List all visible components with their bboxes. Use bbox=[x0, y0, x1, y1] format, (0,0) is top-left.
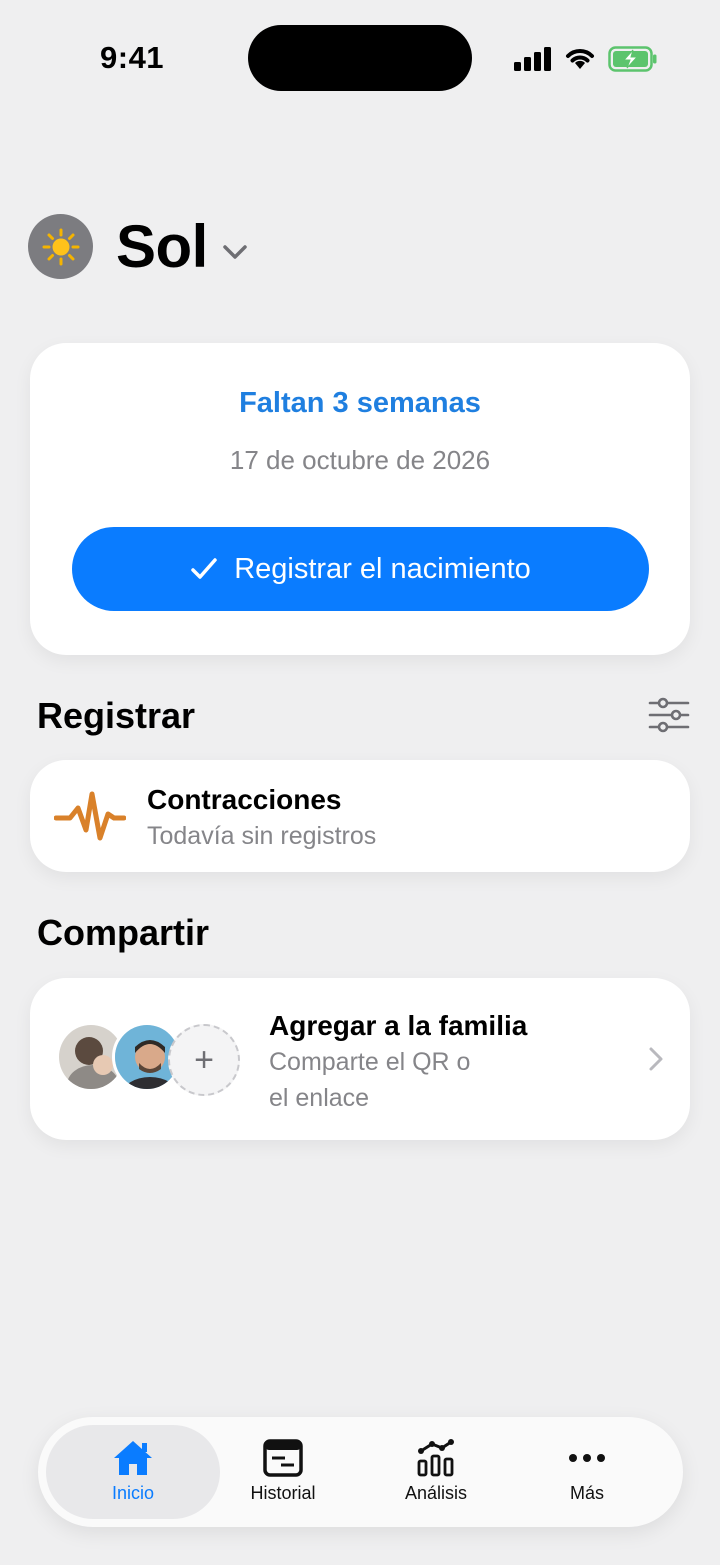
chevron-right-icon bbox=[649, 1047, 663, 1071]
battery-charging-icon bbox=[608, 46, 657, 72]
due-date: 17 de octubre de 2026 bbox=[229, 445, 491, 475]
section-title-compartir: Compartir bbox=[37, 912, 210, 953]
checkmark-icon bbox=[191, 558, 217, 579]
add-member-icon: + bbox=[168, 1024, 240, 1096]
chevron-down-icon bbox=[223, 244, 247, 259]
home-screen: 9:41 Sol Faltan 3 semanas 17 de octubre … bbox=[0, 0, 720, 1565]
add-family-subtitle-2: el enlace bbox=[269, 1084, 370, 1112]
tab-bar: Inicio Historial Análisis Más bbox=[38, 1417, 683, 1527]
tab-inicio-label: Inicio bbox=[111, 1483, 155, 1503]
contractions-subtitle: Todavía sin registros bbox=[147, 822, 377, 850]
section-title-registrar: Registrar bbox=[37, 695, 196, 736]
filter-settings-icon[interactable] bbox=[648, 697, 690, 733]
profile-name: Sol bbox=[116, 213, 208, 280]
profile-avatar bbox=[28, 214, 93, 279]
wifi-icon bbox=[566, 49, 594, 69]
tab-analisis[interactable]: Análisis bbox=[361, 1425, 511, 1519]
history-icon bbox=[263, 1439, 303, 1477]
status-time: 9:41 bbox=[100, 40, 165, 75]
sun-icon bbox=[42, 228, 79, 265]
contractions-row[interactable]: Contracciones Todavía sin registros bbox=[30, 760, 690, 872]
home-icon bbox=[114, 1441, 152, 1475]
contractions-title: Contracciones bbox=[147, 784, 342, 815]
more-icon bbox=[569, 1454, 605, 1462]
due-date-card: Faltan 3 semanas 17 de octubre de 2026 R… bbox=[30, 343, 690, 655]
cellular-signal-icon bbox=[514, 47, 551, 71]
register-birth-label: Registrar el nacimiento bbox=[234, 552, 531, 585]
tab-inicio[interactable]: Inicio bbox=[46, 1425, 220, 1519]
add-family-title: Agregar a la familia bbox=[269, 1010, 528, 1041]
analytics-icon bbox=[417, 1439, 454, 1477]
tab-historial-label: Historial bbox=[250, 1483, 316, 1503]
add-family-row[interactable]: + Agregar a la familia Comparte el QR o … bbox=[30, 978, 690, 1140]
tab-mas[interactable]: Más bbox=[512, 1425, 662, 1519]
tab-historial[interactable]: Historial bbox=[208, 1425, 358, 1519]
add-family-subtitle-1: Comparte el QR o bbox=[269, 1048, 471, 1076]
profile-switcher[interactable]: Sol bbox=[28, 212, 248, 281]
dynamic-island bbox=[248, 25, 472, 91]
contraction-wave-icon bbox=[54, 791, 126, 841]
due-countdown: Faltan 3 semanas bbox=[239, 387, 481, 419]
status-icons bbox=[514, 44, 658, 74]
tab-analisis-label: Análisis bbox=[404, 1483, 468, 1503]
tab-mas-label: Más bbox=[569, 1483, 604, 1503]
register-birth-button[interactable]: Registrar el nacimiento bbox=[72, 527, 649, 611]
